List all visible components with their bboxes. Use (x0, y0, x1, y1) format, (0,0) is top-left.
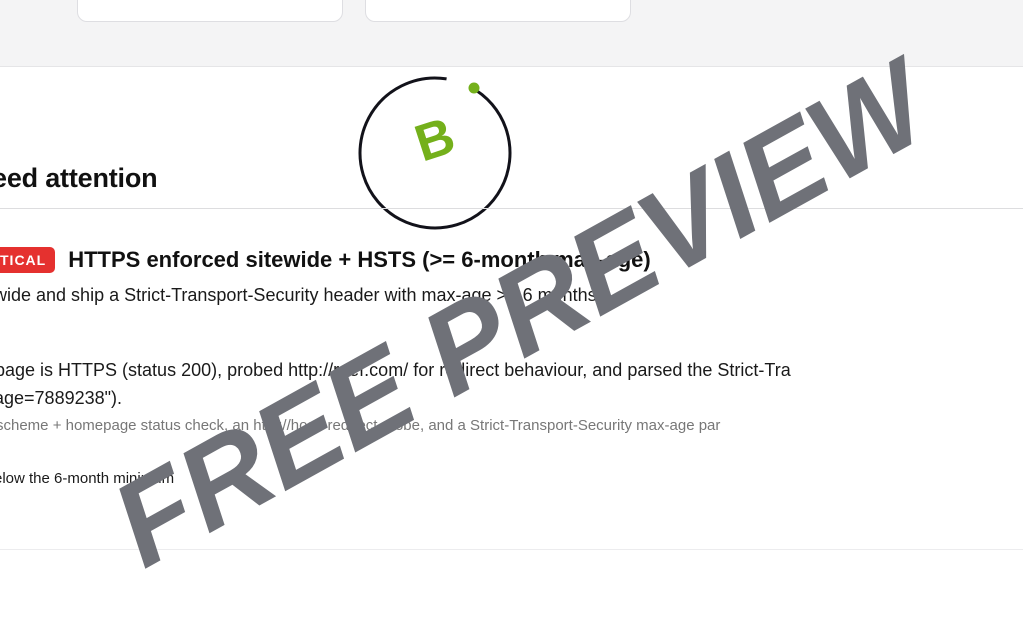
finding-header[interactable]: TICAL HTTPS enforced sitewide + HSTS (>=… (0, 246, 651, 274)
summary-card (77, 0, 343, 22)
summary-band (0, 0, 1023, 67)
finding-divider (0, 549, 1023, 550)
finding-evidence-continued: age=7889238"). (0, 388, 123, 408)
report-page: B eed attention TICAL HTTPS enforced sit… (0, 0, 1023, 627)
severity-badge: TICAL (0, 247, 56, 273)
finding-title: HTTPS enforced sitewide + HSTS (>= 6-mon… (68, 247, 651, 272)
section-divider (0, 208, 1023, 209)
grade-ring-dot (468, 82, 480, 94)
summary-card (365, 0, 631, 22)
watermark-text: FREE PREVIEW (91, 31, 957, 592)
finding-evidence: page is HTTPS (status 200), probed http:… (0, 360, 791, 380)
section-title: eed attention (0, 163, 158, 193)
finding-result: elow the 6-month minimum (0, 470, 175, 487)
finding-method: scheme + homepage status check, an http:… (0, 417, 721, 434)
finding-description: wide and ship a Strict-Transport-Securit… (0, 285, 597, 305)
